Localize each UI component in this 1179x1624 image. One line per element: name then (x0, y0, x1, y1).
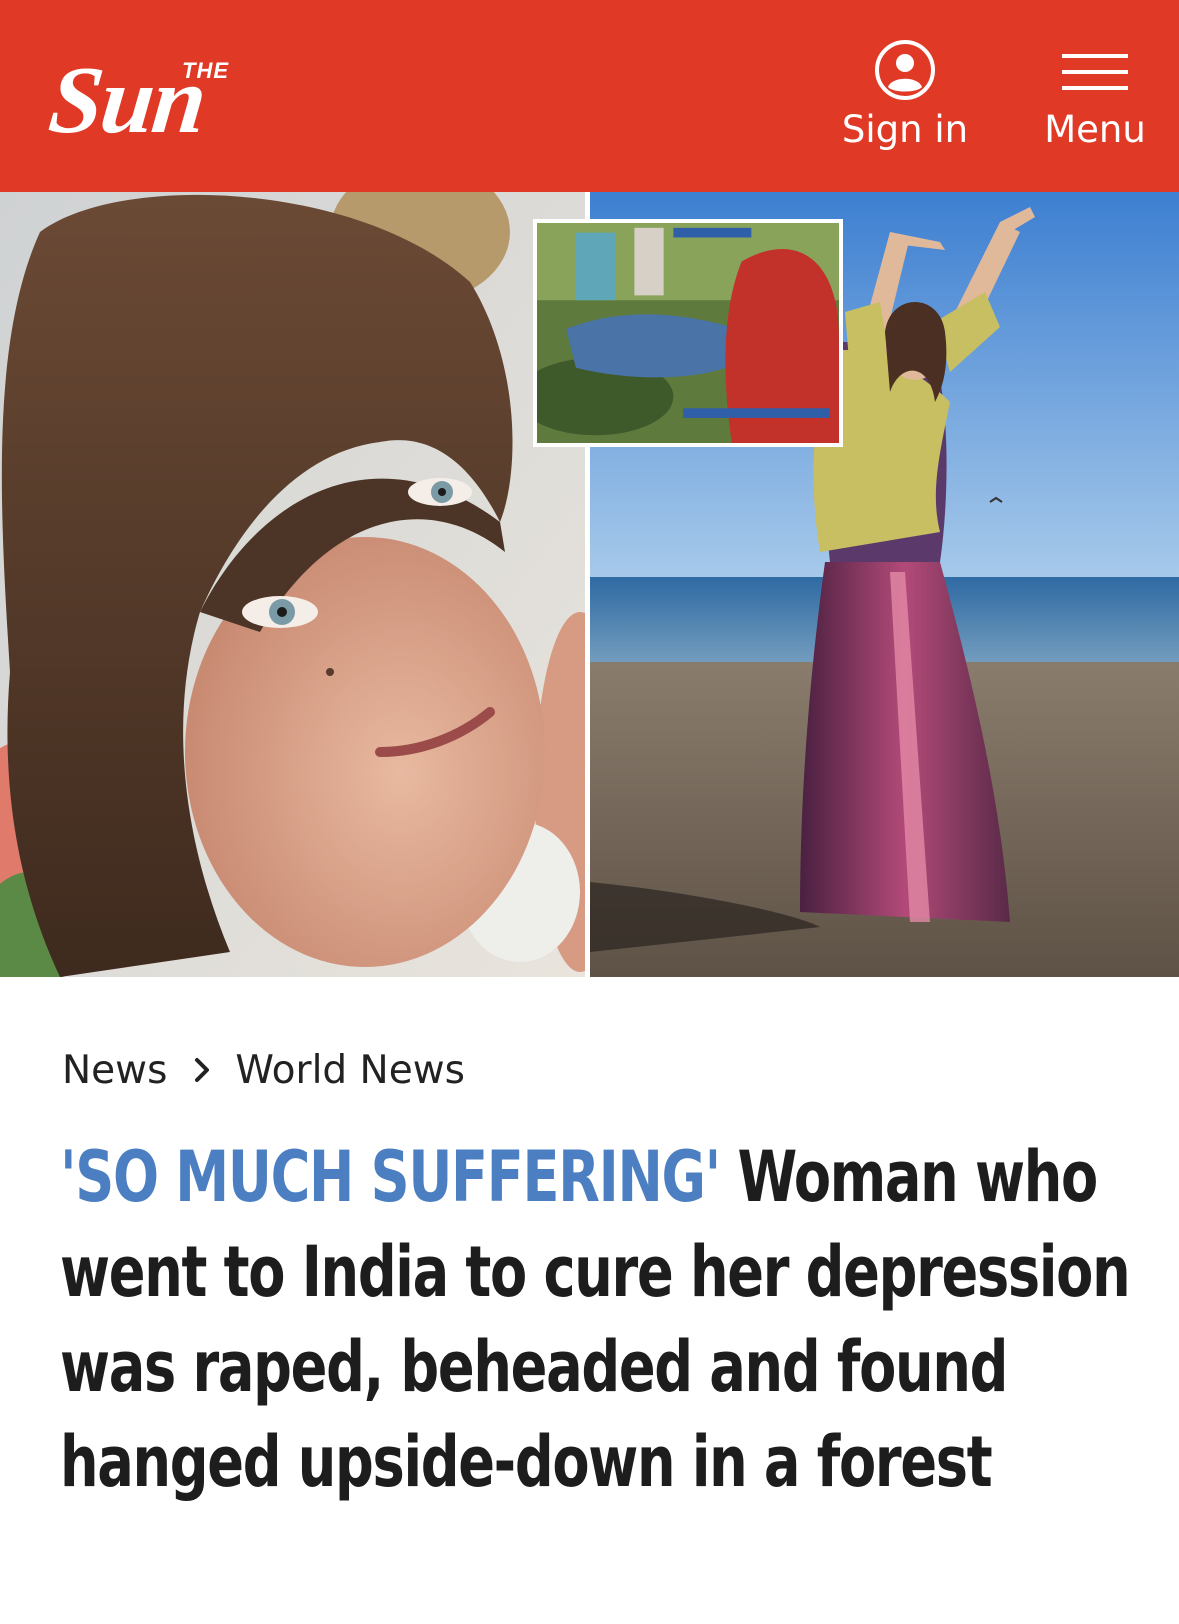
menu-button[interactable]: Menu (1030, 52, 1160, 162)
hamburger-menu-icon (1062, 54, 1128, 90)
breadcrumb: News World News (62, 1043, 465, 1097)
the-sun-logo[interactable]: Sun THE (44, 46, 330, 153)
menu-label: Menu (1044, 108, 1146, 151)
breadcrumb-news[interactable]: News (62, 1048, 167, 1093)
chevron-right-icon (195, 1058, 210, 1082)
news-footage-inset (533, 219, 843, 447)
article-headline: 'SO MUCH SUFFERING' Woman who went to In… (60, 1130, 1135, 1510)
headline-kicker: 'SO MUCH SUFFERING' (60, 1136, 721, 1218)
sign-in-button[interactable]: Sign in (830, 38, 980, 168)
user-icon (875, 40, 935, 100)
sign-in-label: Sign in (841, 108, 969, 151)
breadcrumb-world-news[interactable]: World News (235, 1048, 465, 1093)
hero-image[interactable] (0, 192, 1179, 977)
logo-the: THE (182, 58, 229, 83)
site-header: Sun THE Sign in Menu (0, 0, 1179, 192)
woman-portrait-photo (0, 192, 585, 977)
